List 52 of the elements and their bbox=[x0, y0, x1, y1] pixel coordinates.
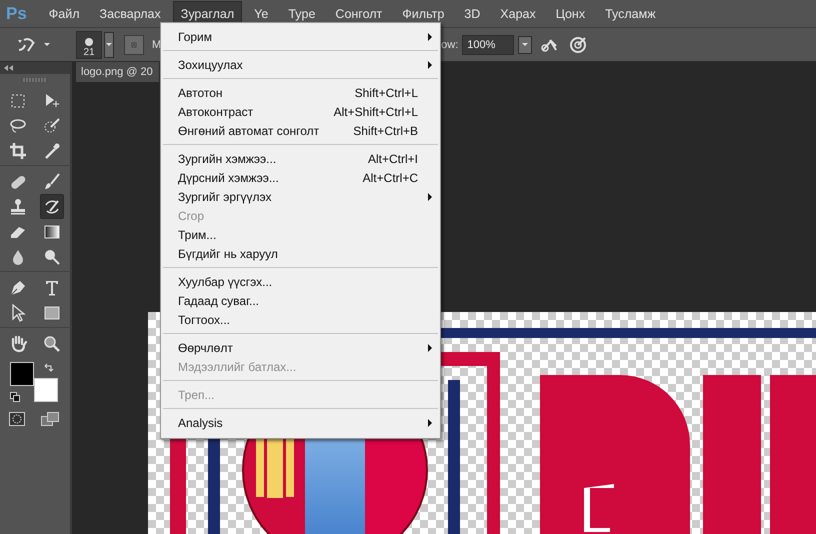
menu-bar-item[interactable]: Фильтр bbox=[394, 0, 452, 27]
menu-item[interactable]: Analysis bbox=[161, 413, 440, 432]
caret-icon bbox=[106, 43, 112, 46]
menu-bar-item[interactable]: Харах bbox=[492, 0, 544, 27]
menu-item[interactable]: Өнгөний автомат сонголт Shift+Ctrl+B bbox=[161, 121, 440, 140]
menu-bar-item[interactable]: Тусламж bbox=[597, 0, 664, 27]
swap-icon[interactable] bbox=[44, 363, 54, 373]
brush-tip-icon bbox=[84, 36, 94, 47]
menu-item[interactable]: Бүгдийг нь харуул bbox=[161, 244, 440, 263]
dropdown-button[interactable] bbox=[518, 36, 532, 54]
dropdown-button[interactable] bbox=[104, 32, 114, 58]
menu-bar-item[interactable]: 3D bbox=[456, 0, 488, 27]
menu-item[interactable]: Автоконтраст Alt+Shift+Ctrl+L bbox=[161, 102, 440, 121]
zoom-icon bbox=[42, 334, 62, 354]
background-color-swatch[interactable] bbox=[34, 378, 58, 402]
menu-item[interactable]: Автотон Shift+Ctrl+L bbox=[161, 83, 440, 102]
foreground-color-swatch[interactable] bbox=[10, 362, 34, 386]
menu-bar-item[interactable]: Type bbox=[280, 0, 324, 27]
menu-item[interactable]: Гадаад суваг... bbox=[161, 291, 440, 310]
menu-item[interactable]: Тогтоох... bbox=[161, 310, 440, 329]
document-tab[interactable]: logo.png @ 20 bbox=[76, 62, 159, 82]
menu-item[interactable]: Өөрчлөлт bbox=[161, 338, 440, 357]
menu-item[interactable]: Хуулбар үүсгэх... bbox=[161, 272, 440, 291]
app-logo: Ps bbox=[6, 4, 27, 24]
menu-item[interactable]: Горим bbox=[161, 27, 440, 46]
menu-item[interactable]: Зохицуулах bbox=[161, 55, 440, 74]
menu-item[interactable]: Зургийн хэмжээ... Alt+Ctrl+I bbox=[161, 149, 440, 168]
default-colors-icon[interactable] bbox=[10, 392, 20, 402]
grip-icon[interactable] bbox=[23, 78, 47, 82]
quick-select-icon bbox=[42, 116, 62, 136]
menu-bar-item[interactable]: Файл bbox=[40, 0, 88, 27]
crop-icon bbox=[8, 140, 28, 160]
history-brush-icon[interactable] bbox=[16, 36, 36, 54]
screen-mode-icon[interactable] bbox=[41, 412, 59, 426]
menu-bar-item[interactable]: Засварлах bbox=[92, 0, 169, 27]
quick-mask-icon[interactable] bbox=[9, 412, 25, 426]
menu-item[interactable]: Зургийг эргүүлэх bbox=[161, 187, 440, 206]
menu-item[interactable]: Трим... bbox=[161, 225, 440, 244]
tool-button[interactable] bbox=[40, 194, 64, 219]
stamp-icon bbox=[8, 196, 28, 216]
menu-bar-item[interactable]: Цонх bbox=[548, 0, 594, 27]
brush-icon bbox=[42, 172, 62, 192]
flow-field[interactable]: 100% bbox=[462, 34, 514, 55]
caret-icon[interactable] bbox=[44, 43, 50, 46]
menu-bar-item[interactable]: Сонголт bbox=[327, 0, 390, 27]
collapse-icon[interactable] bbox=[4, 65, 14, 71]
menu-bar-item[interactable]: Ye bbox=[246, 0, 276, 27]
brush-preset-picker[interactable]: 21 bbox=[76, 30, 102, 59]
menu-item[interactable]: Дүрсний хэмжээ... Alt+Ctrl+C bbox=[161, 168, 440, 187]
target-icon[interactable] bbox=[568, 34, 588, 55]
flow-label: ow: bbox=[441, 38, 458, 51]
caret-icon bbox=[522, 43, 528, 46]
